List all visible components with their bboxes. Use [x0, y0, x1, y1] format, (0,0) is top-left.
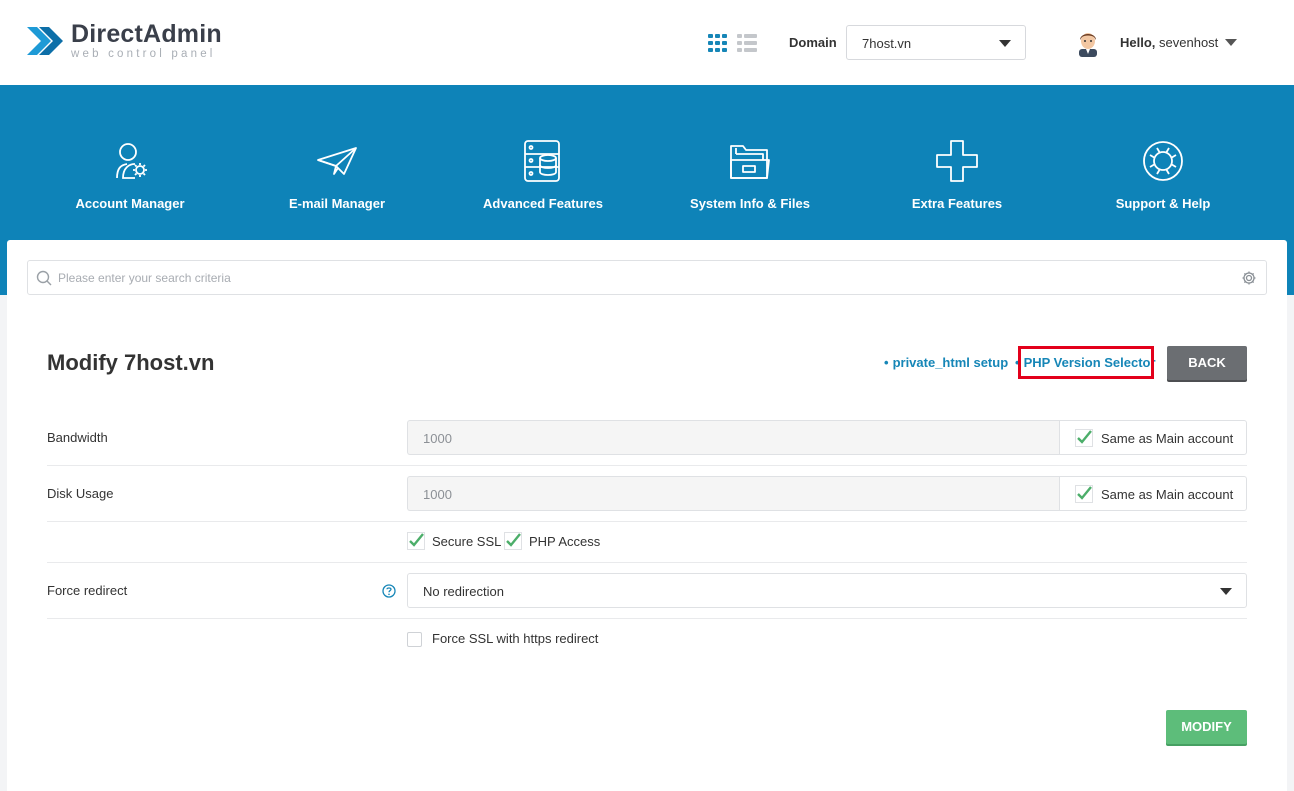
paper-plane-icon	[317, 147, 357, 175]
logo-chevron-icon	[27, 27, 63, 55]
top-header: DirectAdmin web control panel Domain 7ho…	[0, 0, 1294, 85]
back-button[interactable]: BACK	[1167, 346, 1247, 380]
folder-icon	[730, 145, 770, 179]
account-manager-icon	[116, 143, 147, 179]
disk-usage-value: 1000	[423, 487, 452, 502]
divider	[47, 562, 1247, 563]
nav-label: Advanced Features	[483, 196, 603, 211]
divider	[47, 618, 1247, 619]
disk-usage-input[interactable]: 1000	[407, 476, 1060, 511]
logo-title: DirectAdmin	[71, 20, 222, 48]
search-input[interactable]	[58, 261, 1228, 294]
nav-system-info-files[interactable]: System Info & Files	[660, 138, 840, 211]
nav-label: Support & Help	[1115, 196, 1211, 211]
search-icon	[36, 270, 52, 286]
nav-label: Account Manager	[75, 196, 185, 211]
disk-usage-label: Disk Usage	[47, 486, 114, 501]
nav-account-manager[interactable]: Account Manager	[40, 138, 220, 211]
nav-extra-features[interactable]: Extra Features	[867, 138, 1047, 211]
domain-label: Domain	[789, 35, 837, 50]
link-label: private_html setup	[892, 355, 1009, 370]
highlight-box	[1018, 346, 1154, 379]
nav-label: System Info & Files	[690, 196, 810, 211]
checkbox-label: Same as Main account	[1101, 431, 1234, 446]
bandwidth-same-as-main-checkbox[interactable]: Same as Main account	[1059, 420, 1247, 455]
bandwidth-label: Bandwidth	[47, 430, 108, 445]
chevron-down-icon	[1220, 588, 1232, 595]
help-icon[interactable]	[382, 584, 396, 598]
gear-icon[interactable]	[1241, 270, 1257, 286]
username: sevenhost	[1159, 35, 1219, 50]
content-card	[7, 240, 1287, 791]
lifebuoy-icon	[1143, 141, 1183, 181]
divider	[47, 521, 1247, 522]
force-ssl-label: Force SSL with https redirect	[432, 631, 599, 646]
page-title: Modify 7host.vn	[47, 350, 215, 375]
directadmin-logo[interactable]: DirectAdmin web control panel	[27, 21, 222, 61]
logo-subtitle: web control panel	[71, 48, 216, 60]
user-avatar-icon[interactable]	[1075, 29, 1101, 57]
nav-support-help[interactable]: Support & Help	[1073, 138, 1253, 211]
grid-view-icon[interactable]	[708, 34, 728, 52]
plus-icon	[936, 140, 978, 182]
disk-same-as-main-checkbox[interactable]: Same as Main account	[1059, 476, 1247, 511]
checkmark-icon	[1075, 429, 1093, 447]
domain-select[interactable]: 7host.vn	[846, 25, 1026, 60]
user-greeting[interactable]: Hello, sevenhost	[1120, 35, 1218, 50]
divider	[47, 465, 1247, 466]
force-redirect-label: Force redirect	[47, 583, 128, 598]
force-redirect-select[interactable]: No redirection	[407, 573, 1247, 608]
nav-label: E-mail Manager	[288, 196, 386, 211]
checkmark-icon	[1075, 485, 1093, 503]
force-redirect-value: No redirection	[423, 584, 504, 599]
list-view-icon[interactable]	[737, 34, 757, 52]
bandwidth-input[interactable]: 1000	[407, 420, 1060, 455]
search-bar[interactable]	[27, 260, 1267, 295]
php-access-label: PHP Access	[529, 534, 601, 549]
checkmark-icon	[504, 532, 522, 550]
force-ssl-checkbox[interactable]	[407, 632, 422, 647]
nav-advanced-features[interactable]: Advanced Features	[453, 138, 633, 211]
bandwidth-value: 1000	[423, 431, 452, 446]
greeting-prefix: Hello,	[1120, 35, 1156, 50]
user-menu-chevron-icon[interactable]	[1225, 39, 1237, 46]
secure-ssl-label: Secure SSL	[432, 534, 502, 549]
chevron-down-icon	[999, 40, 1011, 47]
modify-button[interactable]: MODIFY	[1166, 710, 1247, 744]
bullet-icon: •	[884, 355, 889, 370]
nav-email-manager[interactable]: E-mail Manager	[247, 138, 427, 211]
private-html-setup-link[interactable]: • private_html setup	[884, 355, 1008, 370]
checkmark-icon	[407, 532, 425, 550]
checkbox-label: Same as Main account	[1101, 487, 1234, 502]
domain-select-value: 7host.vn	[862, 36, 912, 51]
nav-label: Extra Features	[911, 196, 1003, 211]
server-database-icon	[524, 140, 560, 182]
